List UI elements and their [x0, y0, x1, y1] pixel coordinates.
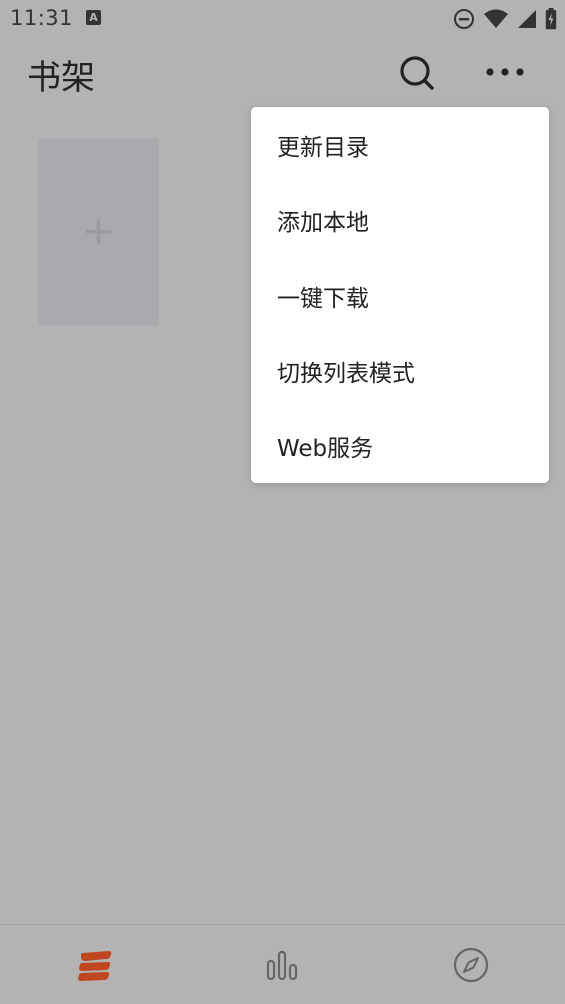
do-not-disturb-icon — [454, 9, 474, 29]
signal-icon — [518, 10, 536, 28]
screen: 11:31 A 书架 更新目录 添加本地 一键下载 切换列表模式 Web服务 — [0, 0, 565, 1004]
search-button[interactable] — [396, 52, 438, 94]
menu-item-update-catalog[interactable]: 更新目录 — [251, 107, 549, 182]
nav-item-stats[interactable] — [261, 943, 305, 987]
menu-item-label: 添加本地 — [277, 209, 369, 236]
menu-item-add-local[interactable]: 添加本地 — [251, 182, 549, 257]
menu-item-label: 更新目录 — [277, 134, 369, 161]
toolbar: 书架 — [0, 36, 565, 108]
status-time: 11:31 — [10, 6, 74, 30]
compass-icon — [453, 947, 489, 983]
more-options-button[interactable] — [484, 52, 526, 94]
status-icons — [453, 8, 557, 30]
menu-item-toggle-list-mode[interactable]: 切换列表模式 — [251, 333, 549, 408]
bottom-nav — [0, 924, 565, 1004]
menu-item-web-service[interactable]: Web服务 — [251, 408, 549, 483]
menu-item-label: 一键下载 — [277, 285, 369, 312]
page-title: 书架 — [27, 58, 95, 98]
a-letter-icon: A — [86, 10, 101, 25]
search-icon — [400, 56, 434, 90]
bar-chart-icon — [266, 950, 298, 981]
battery-icon — [545, 8, 557, 30]
wifi-icon — [484, 9, 508, 28]
menu-item-label: 切换列表模式 — [277, 360, 415, 387]
overflow-menu: 更新目录 添加本地 一键下载 切换列表模式 Web服务 — [251, 107, 549, 483]
status-bar: 11:31 A — [0, 0, 565, 36]
more-horizontal-icon — [486, 68, 524, 76]
menu-item-download-all[interactable]: 一键下载 — [251, 258, 549, 333]
add-book-card[interactable] — [38, 138, 159, 326]
menu-item-label: Web服务 — [277, 435, 374, 462]
plus-icon — [86, 219, 111, 244]
nav-item-bookshelf[interactable] — [73, 943, 117, 987]
nav-item-discover[interactable] — [449, 943, 493, 987]
bookshelf-icon — [78, 951, 112, 981]
